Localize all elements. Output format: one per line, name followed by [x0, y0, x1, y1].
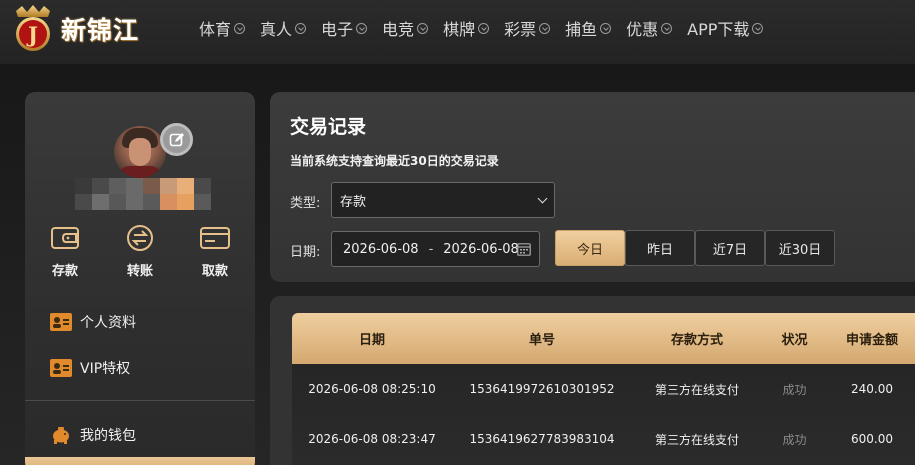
transfer-button[interactable]: 转账 [110, 224, 170, 280]
nav-label: 彩票 [504, 20, 537, 39]
main-nav: 体育 真人 电子 电竞 棋牌 彩票 捕鱼 优惠 APP下载 [199, 14, 778, 42]
cell-date: 2026-06-08 08:25:10 [308, 382, 436, 396]
transfer-label: 转账 [126, 264, 153, 279]
nav-label: 棋牌 [443, 20, 476, 39]
sidebar-item-profile[interactable]: 个人资料 [50, 310, 136, 334]
cell-date: 2026-06-08 08:23:47 [308, 432, 436, 446]
column-header-order-number: 单号 [528, 333, 555, 348]
chevron-down-icon [356, 22, 368, 34]
cell-amount: 600.00 [851, 432, 893, 446]
transaction-table-panel: 日期 单号 存款方式 状况 申请金额 2026-06-08 08:25:10 1… [270, 296, 915, 465]
cell-amount: 240.00 [851, 382, 893, 396]
edit-profile-button[interactable] [160, 123, 193, 156]
date-label: 日期: [290, 245, 321, 260]
sidebar-item-label: 我的钱包 [80, 428, 136, 444]
sidebar-item-my-wallet[interactable]: 我的钱包 [50, 423, 136, 447]
type-select[interactable]: 存款 [331, 182, 555, 218]
sidebar-active-item[interactable] [25, 457, 255, 465]
chevron-down-icon [752, 22, 764, 34]
sidebar-item-label: VIP特权 [80, 361, 131, 377]
wallet-actions: 存款 转账 取款 [25, 224, 255, 280]
piggy-bank-icon [53, 427, 69, 444]
nav-label: 电竞 [382, 20, 415, 39]
quick-range-today-button[interactable]: 今日 [555, 230, 625, 266]
quick-range-yesterday-button[interactable]: 昨日 [625, 230, 695, 266]
quick-range-30days-button[interactable]: 近30日 [765, 230, 835, 266]
brand-badge-icon: J [16, 5, 50, 51]
nav-item-live-casino[interactable]: 真人 [260, 14, 307, 42]
deposit-button[interactable]: 存款 [35, 224, 95, 280]
nav-item-promotions[interactable]: 优惠 [626, 14, 673, 42]
type-select-value: 存款 [340, 194, 367, 210]
query-range-notice: 当前系统支持查询最近30日的交易记录 [290, 154, 499, 168]
cell-deposit-method: 第三方在线支付 [654, 382, 739, 397]
brand-logo[interactable]: J 新锦江 [10, 3, 175, 55]
transaction-filter-panel: 交易记录 当前系统支持查询最近30日的交易记录 类型: 存款 日期: 2026-… [270, 92, 915, 282]
cell-deposit-method: 第三方在线支付 [654, 432, 739, 447]
nav-label: APP下载 [687, 20, 750, 39]
nav-item-slots[interactable]: 电子 [321, 14, 368, 42]
chevron-down-icon [478, 22, 490, 34]
profile-card-icon [50, 313, 72, 331]
column-header-status: 状况 [781, 333, 808, 348]
username-masked [75, 178, 211, 210]
chevron-down-icon [661, 22, 673, 34]
edit-icon [169, 132, 184, 146]
nav-label: 捕鱼 [565, 20, 598, 39]
transfer-icon [127, 225, 153, 251]
nav-item-lottery[interactable]: 彩票 [504, 14, 551, 42]
account-sidebar: 存款 转账 取款 个人资料 VIP特权 我的钱包 [25, 92, 255, 465]
sidebar-divider [25, 400, 255, 401]
quick-range-7days-button[interactable]: 近7日 [695, 230, 765, 266]
column-header-date: 日期 [358, 333, 385, 348]
type-label: 类型: [290, 196, 321, 211]
calendar-icon[interactable] [517, 242, 531, 256]
page-title: 交易记录 [290, 116, 367, 138]
brand-badge-letter: J [26, 22, 38, 47]
cell-order-number: 1536419972610301952 [469, 382, 615, 396]
deposit-label: 存款 [51, 264, 78, 279]
avatar-shirt [116, 166, 164, 178]
table-row[interactable]: 2026-06-08 08:23:47 1536419627783983104 … [292, 414, 915, 464]
top-navigation-bar: J 新锦江 体育 真人 电子 电竞 棋牌 彩票 捕鱼 优惠 APP下载 [0, 0, 915, 64]
date-start: 2026-06-08 [343, 241, 419, 257]
cell-order-number: 1536419627783983104 [469, 432, 615, 446]
chevron-down-icon [537, 193, 548, 204]
date-separator: - [428, 241, 434, 257]
date-range-input[interactable]: 2026-06-08 - 2026-06-08 [331, 231, 540, 267]
withdraw-label: 取款 [201, 264, 228, 279]
nav-label: 优惠 [626, 20, 659, 39]
nav-item-fishing[interactable]: 捕鱼 [565, 14, 612, 42]
vip-card-icon [50, 359, 72, 377]
column-header-deposit-method: 存款方式 [670, 333, 723, 348]
sidebar-item-vip[interactable]: VIP特权 [50, 356, 130, 380]
brand-name: 新锦江 [61, 16, 140, 45]
nav-item-cards[interactable]: 棋牌 [443, 14, 490, 42]
sidebar-item-label: 个人资料 [80, 315, 136, 331]
nav-item-app-download[interactable]: APP下载 [687, 14, 764, 42]
cell-status: 成功 [782, 382, 807, 397]
column-header-amount: 申请金额 [845, 333, 898, 348]
avatar-face [129, 138, 151, 166]
nav-item-sports[interactable]: 体育 [199, 14, 246, 42]
nav-label: 电子 [321, 20, 354, 39]
nav-label: 体育 [199, 20, 232, 39]
nav-label: 真人 [260, 20, 293, 39]
cell-status: 成功 [782, 432, 807, 447]
chevron-down-icon [234, 22, 246, 34]
table-row[interactable]: 2026-06-08 08:25:10 1536419972610301952 … [292, 364, 915, 414]
wallet-icon [51, 227, 79, 249]
card-icon [200, 227, 230, 249]
nav-item-esports[interactable]: 电竞 [382, 14, 429, 42]
withdraw-button[interactable]: 取款 [185, 224, 245, 280]
chevron-down-icon [539, 22, 551, 34]
table-header: 日期 单号 存款方式 状况 申请金额 [292, 313, 915, 364]
avatar[interactable] [114, 126, 166, 178]
chevron-down-icon [417, 22, 429, 34]
chevron-down-icon [295, 22, 307, 34]
date-end: 2026-06-08 [443, 241, 519, 257]
chevron-down-icon [600, 22, 612, 34]
